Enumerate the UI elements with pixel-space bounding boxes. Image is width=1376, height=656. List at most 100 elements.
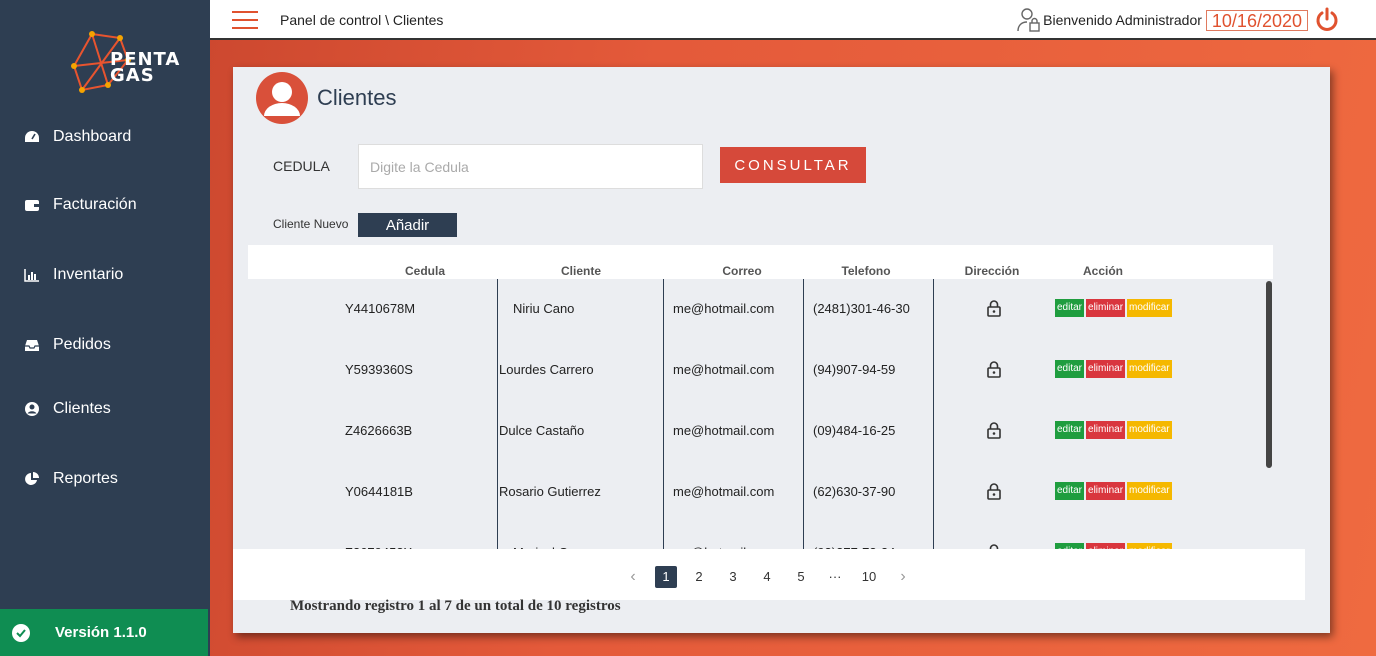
cell-cliente: Lourdes Carrero <box>499 362 594 377</box>
pentagas-logo[interactable]: PENTA GAS <box>70 30 195 100</box>
topbar: Panel de control \ Clientes Bienvenido A… <box>210 0 1376 40</box>
column-header-telefono[interactable]: Telefono <box>841 264 890 278</box>
cell-correo: me@hotmail.com <box>673 423 775 438</box>
table-row: Y5939360S Lourdes Carrero me@hotmail.com… <box>248 340 1273 401</box>
lock-icon[interactable] <box>986 299 1002 317</box>
cell-cedula: Z4626663B <box>345 423 413 438</box>
cell-cliente: Niriu Cano <box>513 301 575 316</box>
version-badge: Versión 1.1.0 <box>0 609 208 656</box>
edit-button[interactable]: editar <box>1055 421 1085 439</box>
anadir-button[interactable]: Añadir <box>358 213 457 237</box>
sidebar-item-facturacion[interactable]: Facturación <box>24 196 137 214</box>
welcome-text: Bienvenido Administrador <box>1043 12 1202 28</box>
version-label: Versión 1.1.0 <box>55 624 147 641</box>
column-header-accion[interactable]: Acción <box>1083 264 1123 278</box>
wallet-icon <box>24 197 40 213</box>
table-row: Y4410678M Niriu Cano me@hotmail.com (248… <box>248 279 1273 340</box>
row-actions: editar eliminar modificar <box>1055 482 1172 500</box>
edit-button[interactable]: editar <box>1055 360 1085 378</box>
consultar-button[interactable]: CONSULTAR <box>720 147 866 183</box>
column-header-cliente[interactable]: Cliente <box>561 264 601 278</box>
check-circle-icon <box>12 623 30 642</box>
user-lock-icon <box>1017 8 1040 32</box>
modify-button[interactable]: modificar <box>1127 421 1172 439</box>
user-avatar-icon <box>256 72 308 124</box>
lock-icon[interactable] <box>986 421 1002 439</box>
logo-line2: GAS <box>110 65 155 86</box>
power-icon[interactable] <box>1314 7 1340 33</box>
hamburger-menu-icon[interactable] <box>232 11 258 31</box>
table-row: Z4626663B Dulce Castaño me@hotmail.com (… <box>248 401 1273 462</box>
breadcrumb: Panel de control \ Clientes <box>280 12 444 28</box>
sidebar-item-reportes[interactable]: Reportes <box>24 470 118 488</box>
cell-correo: me@hotmail.com <box>673 484 775 499</box>
bar-chart-icon <box>24 267 40 283</box>
delete-button[interactable]: eliminar <box>1086 482 1126 500</box>
sidebar-item-label: Reportes <box>53 470 118 487</box>
edit-button[interactable]: editar <box>1055 482 1085 500</box>
cedula-label: CEDULA <box>273 158 330 174</box>
cell-telefono: (2481)301-46-30 <box>813 301 910 316</box>
row-actions: editar eliminar modificar <box>1055 421 1172 439</box>
modify-button[interactable]: modificar <box>1127 482 1172 500</box>
lock-icon[interactable] <box>986 482 1002 500</box>
page-4[interactable]: 4 <box>755 566 779 588</box>
column-header-correo[interactable]: Correo <box>722 264 761 278</box>
row-actions: editar eliminar modificar <box>1055 299 1172 317</box>
table-row: Y0644181B Rosario Gutierrez me@hotmail.c… <box>248 462 1273 523</box>
pagination-bar: ‹ 1 2 3 4 5 ··· 10 › <box>233 549 1305 600</box>
cell-correo: me@hotmail.com <box>673 301 775 316</box>
clients-table: Y4410678M Niriu Cano me@hotmail.com (248… <box>248 279 1273 565</box>
cell-cliente: Dulce Castaño <box>499 423 585 438</box>
lock-icon[interactable] <box>986 360 1002 378</box>
cedula-input[interactable] <box>358 144 703 189</box>
page-1[interactable]: 1 <box>655 566 677 588</box>
cell-telefono: (09)484-16-25 <box>813 423 896 438</box>
sidebar-item-label: Dashboard <box>53 128 132 145</box>
page-10[interactable]: 10 <box>857 566 881 588</box>
cell-cliente: Rosario Gutierrez <box>499 484 601 499</box>
cell-cedula: Y0644181B <box>345 484 413 499</box>
user-area: Bienvenido Administrador 10/16/2020 <box>1017 7 1376 33</box>
cell-telefono: (62)630-37-90 <box>813 484 896 499</box>
page-title: Clientes <box>317 85 397 110</box>
pagination: ‹ 1 2 3 4 5 ··· 10 › <box>621 565 925 589</box>
delete-button[interactable]: eliminar <box>1086 421 1126 439</box>
sidebar-item-inventario[interactable]: Inventario <box>24 266 123 284</box>
modify-button[interactable]: modificar <box>1127 299 1172 317</box>
sidebar-item-dashboard[interactable]: Dashboard <box>24 128 131 146</box>
sidebar-item-label: Inventario <box>53 266 124 283</box>
page-2[interactable]: 2 <box>687 566 711 588</box>
table-scrollbar[interactable] <box>1266 281 1272 468</box>
column-header-direccion[interactable]: Dirección <box>965 264 1020 278</box>
records-summary: Mostrando registro 1 al 7 de un total de… <box>290 598 621 614</box>
sidebar-item-pedidos[interactable]: Pedidos <box>24 336 111 354</box>
sidebar-item-clientes[interactable]: Clientes <box>24 400 111 418</box>
modify-button[interactable]: modificar <box>1127 360 1172 378</box>
next-page-chevron-icon[interactable]: › <box>891 566 915 588</box>
sidebar-item-label: Clientes <box>53 400 111 417</box>
row-actions: editar eliminar modificar <box>1055 360 1172 378</box>
sidebar: PENTA GAS Dashboard Facturación Inventar… <box>0 0 210 656</box>
clientes-card: Clientes CEDULA CONSULTAR Cliente Nuevo … <box>233 67 1330 633</box>
page-3[interactable]: 3 <box>721 566 745 588</box>
cell-correo: me@hotmail.com <box>673 362 775 377</box>
delete-button[interactable]: eliminar <box>1086 299 1126 317</box>
user-circle-icon <box>24 401 40 417</box>
page-5[interactable]: 5 <box>789 566 813 588</box>
cliente-nuevo-label: Cliente Nuevo <box>273 217 349 231</box>
date-display: 10/16/2020 <box>1205 9 1308 31</box>
sidebar-item-label: Facturación <box>53 196 137 213</box>
dashboard-icon <box>24 129 40 145</box>
delete-button[interactable]: eliminar <box>1086 360 1126 378</box>
edit-button[interactable]: editar <box>1055 299 1085 317</box>
cell-cedula: Y5939360S <box>345 362 413 377</box>
page-ellipsis: ··· <box>828 569 842 584</box>
column-header-cedula[interactable]: Cedula <box>405 264 445 278</box>
inbox-icon <box>24 337 40 353</box>
cell-telefono: (94)907-94-59 <box>813 362 896 377</box>
prev-page-chevron-icon[interactable]: ‹ <box>621 566 645 588</box>
sidebar-item-label: Pedidos <box>53 336 111 353</box>
pie-chart-icon <box>24 471 40 487</box>
cell-cedula: Y4410678M <box>345 301 416 316</box>
